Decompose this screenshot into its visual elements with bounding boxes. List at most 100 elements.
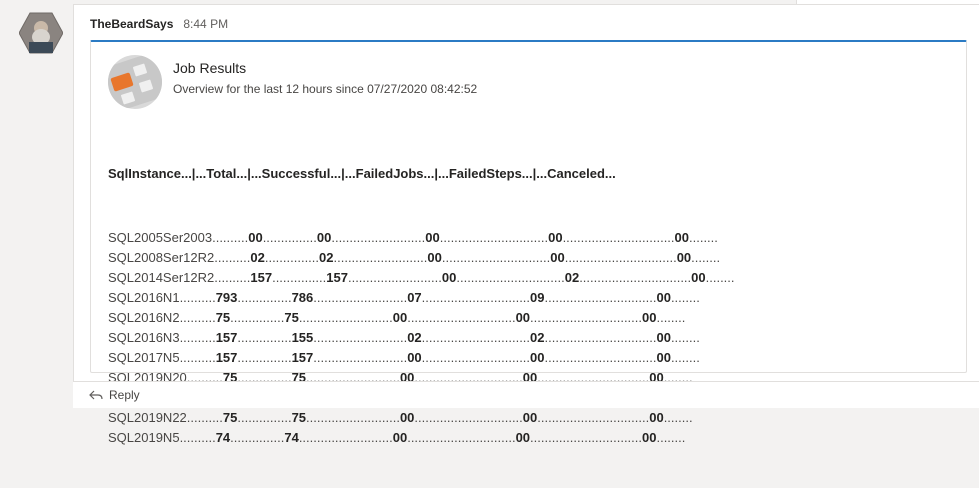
cell-total: 74: [215, 430, 231, 445]
cell-total: 157: [215, 350, 238, 365]
cell-failedsteps: 02: [564, 270, 580, 285]
cell-canceled: 00: [674, 230, 689, 245]
dot-filler: ...............: [237, 410, 292, 425]
dot-filler: ..........: [214, 250, 251, 265]
dot-filler: ..........: [186, 410, 223, 425]
dot-filler: ...............: [237, 290, 292, 305]
cell-instance: SQL2019N22: [108, 410, 187, 425]
card-thumbnail-image: [108, 55, 162, 109]
table-row: SQL2019N5..........74...............74..…: [108, 428, 735, 448]
dot-filler: ..........................: [313, 290, 408, 305]
reply-bar: Reply: [73, 381, 979, 408]
dot-filler: ...............................: [530, 430, 642, 445]
dot-filler: ...............................: [544, 290, 657, 305]
dot-filler: ..........: [179, 310, 216, 325]
cell-instance: SQL2016N1: [108, 290, 180, 305]
author-name[interactable]: TheBeardSays: [90, 17, 173, 31]
dot-filler: ..........................: [347, 270, 442, 285]
dot-filler: ........: [670, 330, 700, 345]
cell-instance: SQL2016N2: [108, 310, 180, 325]
dot-filler: ...............................: [530, 310, 642, 325]
cell-successful: 75: [291, 410, 307, 425]
cell-instance: SQL2019N5: [108, 430, 180, 445]
dot-filler: ..............................: [407, 310, 516, 325]
dot-filler: ........: [670, 290, 700, 305]
dot-filler: ...............................: [544, 350, 657, 365]
dot-filler: ..........: [179, 330, 216, 345]
dot-filler: ...............................: [564, 250, 677, 265]
user-avatar[interactable]: [19, 12, 63, 54]
dot-filler: ...............: [264, 250, 320, 265]
dot-filler: ..........: [179, 430, 216, 445]
cell-failedsteps: 00: [548, 230, 563, 245]
dot-filler: ..........................: [306, 410, 400, 425]
cell-canceled: 00: [656, 330, 671, 345]
cell-successful: 00: [316, 230, 332, 245]
dot-filler: ..............................: [439, 230, 549, 245]
cell-total: 00: [248, 230, 263, 245]
cell-instance: SQL2017N5: [108, 350, 180, 365]
cell-failedjobs: 00: [407, 350, 422, 365]
dot-filler: ..........................: [331, 230, 426, 245]
cell-successful: 74: [284, 430, 299, 445]
cell-successful: 155: [291, 330, 314, 345]
dot-filler: ..............................: [421, 350, 531, 365]
cell-failedsteps: 00: [515, 310, 531, 325]
chat-message: TheBeardSays 8:44 PM Job Results Overvie…: [73, 4, 979, 445]
cell-instance: SQL2014Ser12R2: [108, 270, 215, 285]
dot-filler: ..........................: [313, 330, 408, 345]
cell-canceled: 00: [691, 270, 706, 285]
dot-filler: ...............................: [537, 410, 650, 425]
dot-filler: ..........................: [333, 250, 428, 265]
cell-failedjobs: 02: [407, 330, 422, 345]
table-row: SQL2005Ser2003..........00..............…: [108, 228, 735, 248]
cell-failedsteps: 00: [530, 350, 545, 365]
cell-instance: SQL2008Ser12R2: [108, 250, 215, 265]
cell-failedsteps: 00: [522, 410, 538, 425]
cell-canceled: 00: [676, 250, 692, 265]
table-row: SQL2008Ser12R2..........02..............…: [108, 248, 735, 268]
cell-failedsteps: 09: [530, 290, 545, 305]
cell-successful: 75: [284, 310, 299, 325]
dot-filler: ...............: [262, 230, 317, 245]
cell-canceled: 00: [656, 290, 671, 305]
cell-total: 75: [222, 410, 238, 425]
cell-total: 157: [215, 330, 238, 345]
cell-successful: 786: [291, 290, 314, 305]
dot-filler: ...............: [237, 330, 292, 345]
reply-button[interactable]: Reply: [89, 388, 140, 402]
dot-filler: ........: [656, 310, 686, 325]
cell-total: 75: [215, 310, 231, 325]
dot-filler: ........: [663, 410, 693, 425]
cell-total: 02: [250, 250, 265, 265]
cell-failedjobs: 00: [425, 230, 440, 245]
dot-filler: ..............................: [421, 330, 531, 345]
cell-failedjobs: 00: [441, 270, 457, 285]
table-row: SQL2019N22..........75...............75.…: [108, 408, 735, 428]
dot-filler: ...............: [230, 310, 285, 325]
dot-filler: ..........: [214, 270, 251, 285]
cell-failedjobs: 00: [392, 310, 408, 325]
cell-instance: SQL2016N3: [108, 330, 180, 345]
message-timestamp: 8:44 PM: [183, 17, 229, 31]
cell-successful: 02: [319, 250, 334, 265]
table-row: SQL2016N2..........75...............75..…: [108, 308, 735, 328]
dot-filler: ........: [670, 350, 700, 365]
dot-filler: ..........: [212, 230, 249, 245]
message-header: TheBeardSays 8:44 PM: [90, 17, 228, 33]
cell-instance: SQL2005Ser2003: [108, 230, 213, 245]
cell-successful: 157: [291, 350, 314, 365]
cell-canceled: 00: [656, 350, 671, 365]
cell-canceled: 00: [642, 310, 657, 325]
cell-failedjobs: 00: [427, 250, 442, 265]
dot-filler: ..............................: [414, 410, 523, 425]
dot-filler: ........: [691, 250, 721, 265]
dot-filler: ........: [689, 230, 718, 245]
cell-failedsteps: 00: [515, 430, 531, 445]
card-title: Job Results: [173, 60, 247, 76]
cell-failedjobs: 07: [407, 290, 422, 305]
table-row: SQL2017N5..........157...............157…: [108, 348, 735, 368]
card-subtitle: Overview for the last 12 hours since 07/…: [173, 82, 478, 96]
dot-filler: ...............: [237, 350, 292, 365]
dot-filler: ...............: [272, 270, 327, 285]
